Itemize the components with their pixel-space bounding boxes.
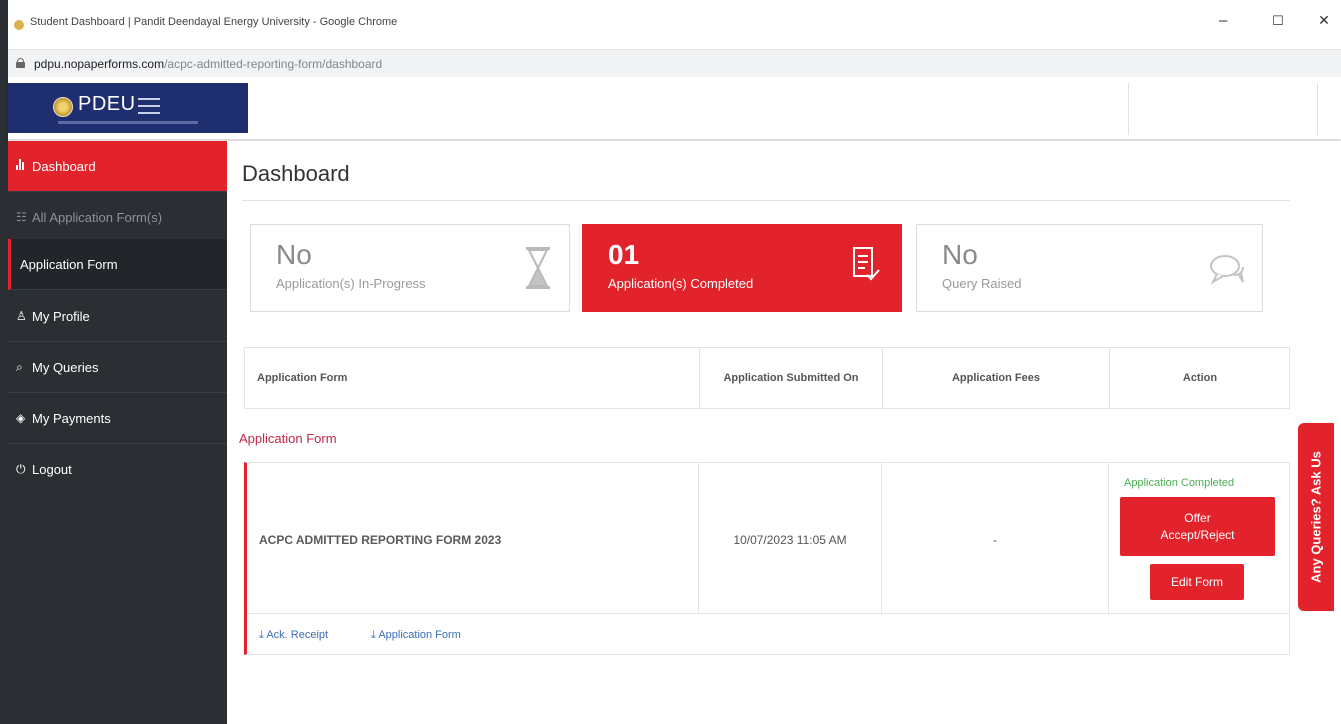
form-icon: ☷ <box>16 210 27 224</box>
user-icon: ♙ <box>16 309 27 323</box>
offer-accept-reject-button[interactable]: Offer Accept/Reject <box>1120 497 1275 556</box>
edit-form-button[interactable]: Edit Form <box>1150 564 1244 600</box>
column-divider <box>1108 463 1109 613</box>
logo-tagline <box>58 121 198 124</box>
page-title: Dashboard <box>242 161 350 186</box>
maximize-button[interactable]: ☐ <box>1268 13 1288 29</box>
close-button[interactable]: ✕ <box>1314 12 1334 29</box>
sidebar-item-my-payments[interactable]: ◈ My Payments <box>8 393 227 444</box>
logo-lines-icon <box>138 98 160 114</box>
payment-icon: ◈ <box>16 411 26 425</box>
ack-receipt-link[interactable]: ⤓ Ack. Receipt <box>259 629 328 642</box>
sidebar-item-label: Logout <box>32 462 72 477</box>
sidebar-item-dashboard[interactable]: Dashboard <box>8 141 227 192</box>
header-action: Action <box>1182 372 1218 384</box>
hourglass-icon <box>526 247 550 289</box>
title-divider <box>242 200 1290 201</box>
card-label: Application(s) Completed <box>608 276 754 291</box>
sidebar-item-logout[interactable]: ⏻ Logout <box>8 444 227 495</box>
sidebar-item-application-form[interactable]: Application Form <box>8 239 227 290</box>
header-application-form: Application Form <box>257 372 348 384</box>
sidebar-item-my-queries[interactable]: ⌕ My Queries <box>8 342 227 393</box>
pdeu-logo[interactable]: PDEU <box>8 83 248 133</box>
submitted-on: 10/07/2023 11:05 AM <box>733 533 847 547</box>
sidebar-item-label: My Payments <box>32 410 111 426</box>
card-value: 01 <box>608 239 640 270</box>
card-value: No <box>276 239 312 270</box>
ask-queries-label: Any Queries? Ask Us <box>1308 451 1324 583</box>
window-left-edge <box>0 49 8 724</box>
section-label: Application Form <box>239 431 337 446</box>
minimize-button[interactable]: – <box>1213 12 1233 29</box>
sidebar: Dashboard ☷ All Application Form(s) Appl… <box>8 141 227 724</box>
logo-text: PDEU <box>78 93 136 115</box>
card-query-raised[interactable]: No Query Raised <box>916 224 1263 312</box>
site-header: PDEU <box>8 77 1341 139</box>
header-submitted-on: Application Submitted On <box>723 372 859 384</box>
address-bar[interactable]: pdpu.nopaperforms.com/acpc-admitted-repo… <box>8 49 1341 77</box>
ask-queries-tab[interactable]: Any Queries? Ask Us <box>1298 423 1334 611</box>
card-label: Query Raised <box>942 276 1022 291</box>
window-title: Student Dashboard | Pandit Deendayal Ene… <box>30 16 398 28</box>
sidebar-item-all-application-forms[interactable]: ☷ All Application Form(s) <box>8 192 227 243</box>
card-in-progress[interactable]: No Application(s) In-Progress <box>250 224 570 312</box>
table-row: ACPC ADMITTED REPORTING FORM 2023 10/07/… <box>244 462 1290 655</box>
status-badge: Application Completed <box>1124 477 1235 489</box>
main-content: Dashboard No Application(s) In-Progress … <box>227 141 1341 724</box>
sidebar-item-label: My Queries <box>32 359 99 375</box>
url-text[interactable]: pdpu.nopaperforms.com/acpc-admitted-repo… <box>34 57 382 71</box>
chat-icon: ⌕ <box>16 359 23 374</box>
application-fees: - <box>993 533 997 547</box>
application-form-link[interactable]: ⤓ Application Form <box>371 629 461 642</box>
favicon-icon <box>14 20 24 30</box>
header-application-fees: Application Fees <box>951 372 1041 384</box>
browser-titlebar: Student Dashboard | Pandit Deendayal Ene… <box>0 0 1341 49</box>
sidebar-item-label: All Application Form(s) <box>32 209 163 225</box>
bar-chart-icon <box>16 159 32 173</box>
applications-table-header: Application Form Application Submitted O… <box>244 347 1290 409</box>
sidebar-item-label: Dashboard <box>32 158 96 174</box>
sidebar-item-my-profile[interactable]: ♙ My Profile <box>8 291 227 342</box>
card-completed[interactable]: 01 Application(s) Completed <box>582 224 902 312</box>
document-check-icon <box>853 247 880 281</box>
form-name: ACPC ADMITTED REPORTING FORM 2023 <box>259 533 502 547</box>
lock-icon <box>16 58 25 68</box>
card-label: Application(s) In-Progress <box>276 276 426 291</box>
sidebar-item-label: Application Form <box>20 256 118 272</box>
university-seal-icon <box>53 97 73 117</box>
card-value: No <box>942 239 978 270</box>
speech-bubbles-icon <box>1210 255 1244 285</box>
power-icon: ⏻ <box>16 462 26 476</box>
row-divider <box>247 613 1290 614</box>
sidebar-item-label: My Profile <box>32 308 90 324</box>
header-user-area[interactable] <box>1128 83 1318 135</box>
